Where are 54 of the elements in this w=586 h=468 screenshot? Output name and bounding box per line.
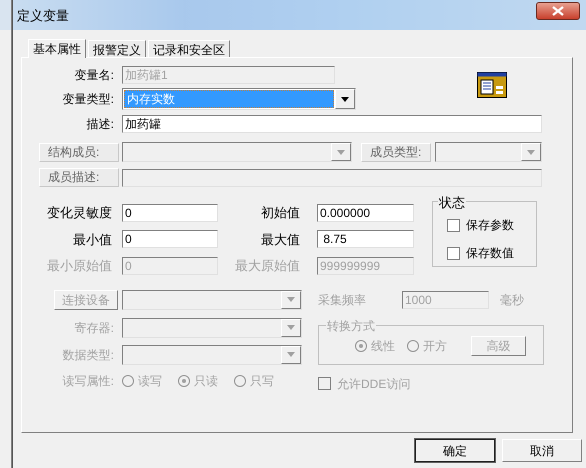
field-label: 毫秒	[500, 292, 524, 308]
input-field[interactable]: 8.75	[317, 230, 414, 248]
dialog-button[interactable]: 确定	[415, 439, 495, 462]
field-label: 最小值	[72, 230, 112, 248]
dialog-button[interactable]: 取消	[502, 439, 582, 462]
field-label: 描述:	[86, 116, 114, 133]
dropdown-arrow-icon	[287, 352, 295, 357]
tab[interactable]: 报警定义	[88, 40, 146, 57]
checkbox[interactable]	[447, 218, 460, 232]
member-label: 结构成员:	[39, 142, 119, 162]
dropdown-arrow-icon	[287, 325, 295, 330]
field-label: 初始值	[260, 204, 300, 222]
field-label: 采集频率	[318, 292, 367, 308]
close-button[interactable]	[536, 2, 580, 20]
dropdown[interactable]	[122, 344, 302, 364]
window-title: 定义变量	[17, 7, 69, 25]
field-label: 允许DDE访问	[337, 376, 410, 392]
dropdown-arrow-icon	[341, 96, 349, 102]
tab[interactable]: 记录和安全区	[148, 40, 230, 57]
field-label: 变量名:	[74, 67, 114, 84]
input-field[interactable]: 加药罐	[122, 115, 542, 133]
field-label: 保存参数	[466, 217, 514, 234]
field-label: 最小原始值	[46, 257, 112, 275]
dropdown-arrow-icon	[287, 297, 295, 302]
field-label: 只写	[250, 372, 274, 390]
dropdown-arrow-icon	[527, 150, 535, 154]
field-label: 寄存器:	[74, 320, 114, 336]
field-label: 只读	[194, 372, 218, 390]
field-label: 开方	[423, 338, 447, 354]
dropdown[interactable]	[122, 290, 302, 310]
group-title: 转换方式	[326, 316, 376, 334]
checkbox[interactable]	[447, 246, 460, 260]
field-label: 变化灵敏度	[46, 204, 112, 222]
input-field[interactable]: 0.000000	[317, 204, 414, 222]
tab[interactable]: 基本属性	[28, 39, 86, 58]
field-label: 数据类型:	[62, 346, 114, 364]
dropdown[interactable]	[122, 142, 352, 162]
field-label: 变量类型:	[62, 91, 114, 108]
member-label: 成员类型:	[361, 142, 431, 162]
field-label: 最大值	[260, 230, 300, 248]
field-label: 线性	[371, 338, 395, 354]
input-field[interactable]: 0	[122, 230, 218, 248]
field-label: 读写	[138, 372, 162, 390]
field-label: 读写属性:	[62, 372, 114, 390]
form-window-icon	[477, 72, 507, 98]
field-label: 最大原始值	[234, 257, 300, 275]
field-label: 保存数值	[466, 245, 514, 262]
input-field[interactable]	[122, 168, 542, 186]
input-field[interactable]: 0	[122, 204, 218, 222]
dropdown[interactable]	[122, 318, 302, 338]
close-icon	[552, 6, 564, 16]
dropdown[interactable]	[435, 142, 542, 162]
dropdown-arrow-icon	[337, 150, 345, 154]
member-label: 成员描述:	[39, 168, 119, 187]
